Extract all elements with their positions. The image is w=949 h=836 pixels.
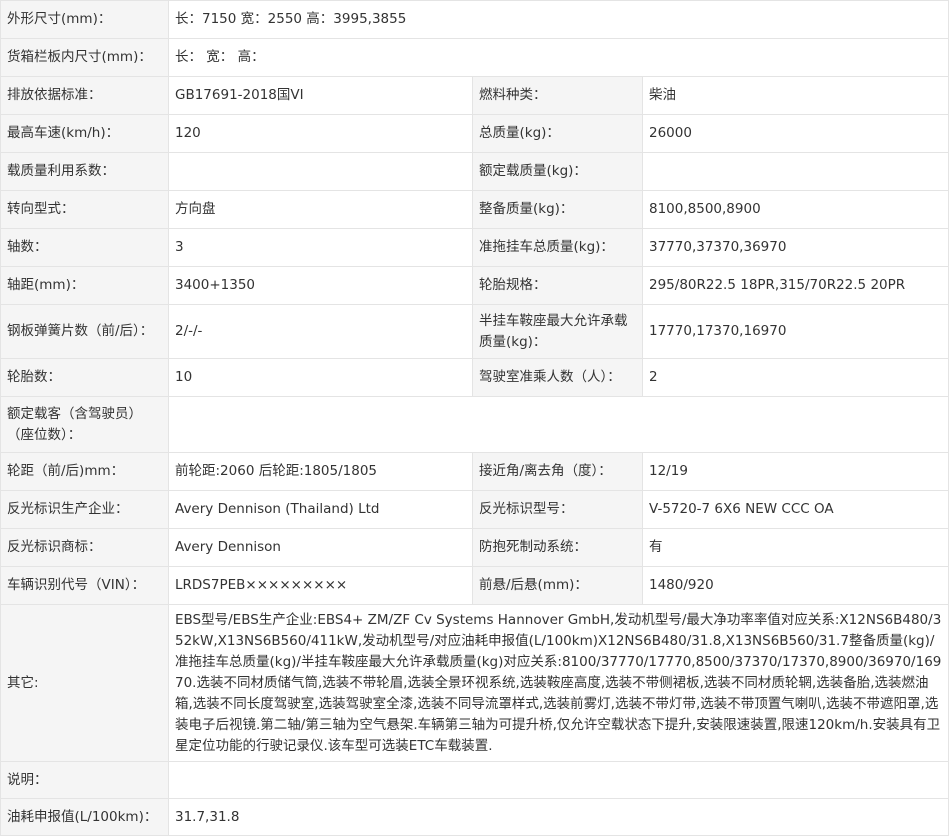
row-value-2: 37770,37370,36970 [642, 228, 949, 267]
row-value [168, 396, 949, 453]
table-row: 轴距(mm)： 3400+1350 轮胎规格： 295/80R22.5 18PR… [0, 266, 949, 305]
row-value: LRDS7PEB××××××××× [168, 566, 473, 605]
row-value: 2/-/- [168, 304, 473, 359]
table-row: 最高车速(km/h)： 120 总质量(kg)： 26000 [0, 114, 949, 153]
row-value-2: 柴油 [642, 76, 949, 115]
row-label: 反光标识商标： [0, 528, 169, 567]
row-label: 载质量利用系数： [0, 152, 169, 191]
row-value: Avery Dennison (Thailand) Ltd [168, 490, 473, 529]
row-label-2: 防抱死制动系统： [472, 528, 643, 567]
table-row: 排放依据标准： GB17691-2018国VI 燃料种类： 柴油 [0, 76, 949, 115]
row-value-2 [642, 152, 949, 191]
row-label: 最高车速(km/h)： [0, 114, 169, 153]
row-value: 长： 宽： 高： [168, 38, 949, 77]
vehicle-spec-table: 外形尺寸(mm)： 长：7150 宽：2550 高：3995,3855 货箱栏板… [0, 0, 949, 836]
row-value: 前轮距:2060 后轮距:1805/1805 [168, 452, 473, 491]
row-value: GB17691-2018国VI [168, 76, 473, 115]
row-value-2: 2 [642, 358, 949, 397]
row-label-2: 反光标识型号： [472, 490, 643, 529]
table-row: 钢板弹簧片数（前/后）： 2/-/- 半挂车鞍座最大允许承载质量(kg)： 17… [0, 304, 949, 359]
table-row: 额定载客（含驾驶员）（座位数）： [0, 396, 949, 453]
row-label: 轴数： [0, 228, 169, 267]
table-row: 货箱栏板内尺寸(mm)： 长： 宽： 高： [0, 38, 949, 77]
row-label: 外形尺寸(mm)： [0, 0, 169, 39]
row-label: 货箱栏板内尺寸(mm)： [0, 38, 169, 77]
row-value-2: V-5720-7 6X6 NEW CCC OA [642, 490, 949, 529]
table-row: 反光标识生产企业： Avery Dennison (Thailand) Ltd … [0, 490, 949, 529]
table-row: 轴数： 3 准拖挂车总质量(kg)： 37770,37370,36970 [0, 228, 949, 267]
row-label-2: 总质量(kg)： [472, 114, 643, 153]
row-label: 轮距（前/后)mm： [0, 452, 169, 491]
row-value-2: 1480/920 [642, 566, 949, 605]
row-label: 反光标识生产企业： [0, 490, 169, 529]
table-row: 外形尺寸(mm)： 长：7150 宽：2550 高：3995,3855 [0, 0, 949, 39]
row-label-2: 整备质量(kg)： [472, 190, 643, 229]
row-label: 车辆识别代号（VIN）： [0, 566, 169, 605]
row-value: EBS型号/EBS生产企业:EBS4+ ZM/ZF Cv Systems Han… [168, 604, 949, 762]
table-row: 其它: EBS型号/EBS生产企业:EBS4+ ZM/ZF Cv Systems… [0, 604, 949, 762]
row-value: 120 [168, 114, 473, 153]
row-value [168, 761, 949, 799]
row-label-2: 准拖挂车总质量(kg)： [472, 228, 643, 267]
row-value-2: 12/19 [642, 452, 949, 491]
row-label-2: 额定载质量(kg)： [472, 152, 643, 191]
row-label-2: 前悬/后悬(mm)： [472, 566, 643, 605]
row-label-2: 驾驶室准乘人数（人）： [472, 358, 643, 397]
row-label-2: 接近角/离去角（度）： [472, 452, 643, 491]
row-label-2: 轮胎规格： [472, 266, 643, 305]
row-value [168, 152, 473, 191]
row-value: 10 [168, 358, 473, 397]
table-row: 轮胎数： 10 驾驶室准乘人数（人）： 2 [0, 358, 949, 397]
table-row: 车辆识别代号（VIN）： LRDS7PEB××××××××× 前悬/后悬(mm)… [0, 566, 949, 605]
table-row: 油耗申报值(L/100km)： 31.7,31.8 [0, 798, 949, 836]
table-row: 载质量利用系数： 额定载质量(kg)： [0, 152, 949, 191]
row-value-2: 8100,8500,8900 [642, 190, 949, 229]
row-label: 油耗申报值(L/100km)： [0, 798, 169, 836]
row-label-2: 燃料种类： [472, 76, 643, 115]
row-label: 钢板弹簧片数（前/后）： [0, 304, 169, 359]
row-label: 转向型式： [0, 190, 169, 229]
row-label: 轴距(mm)： [0, 266, 169, 305]
table-row: 转向型式： 方向盘 整备质量(kg)： 8100,8500,8900 [0, 190, 949, 229]
row-label: 轮胎数： [0, 358, 169, 397]
row-label: 说明： [0, 761, 169, 799]
table-row: 反光标识商标： Avery Dennison 防抱死制动系统： 有 [0, 528, 949, 567]
row-label-2: 半挂车鞍座最大允许承载质量(kg)： [472, 304, 643, 359]
row-label: 排放依据标准： [0, 76, 169, 115]
row-label: 其它: [0, 604, 169, 762]
row-value-2: 有 [642, 528, 949, 567]
row-value-2: 295/80R22.5 18PR,315/70R22.5 20PR [642, 266, 949, 305]
row-value: 3400+1350 [168, 266, 473, 305]
table-row: 说明： [0, 761, 949, 799]
row-value: Avery Dennison [168, 528, 473, 567]
row-value-2: 26000 [642, 114, 949, 153]
row-label: 额定载客（含驾驶员）（座位数）： [0, 396, 169, 453]
row-value: 31.7,31.8 [168, 798, 949, 836]
row-value: 方向盘 [168, 190, 473, 229]
row-value: 长：7150 宽：2550 高：3995,3855 [168, 0, 949, 39]
row-value: 3 [168, 228, 473, 267]
row-value-2: 17770,17370,16970 [642, 304, 949, 359]
table-row: 轮距（前/后)mm： 前轮距:2060 后轮距:1805/1805 接近角/离去… [0, 452, 949, 491]
